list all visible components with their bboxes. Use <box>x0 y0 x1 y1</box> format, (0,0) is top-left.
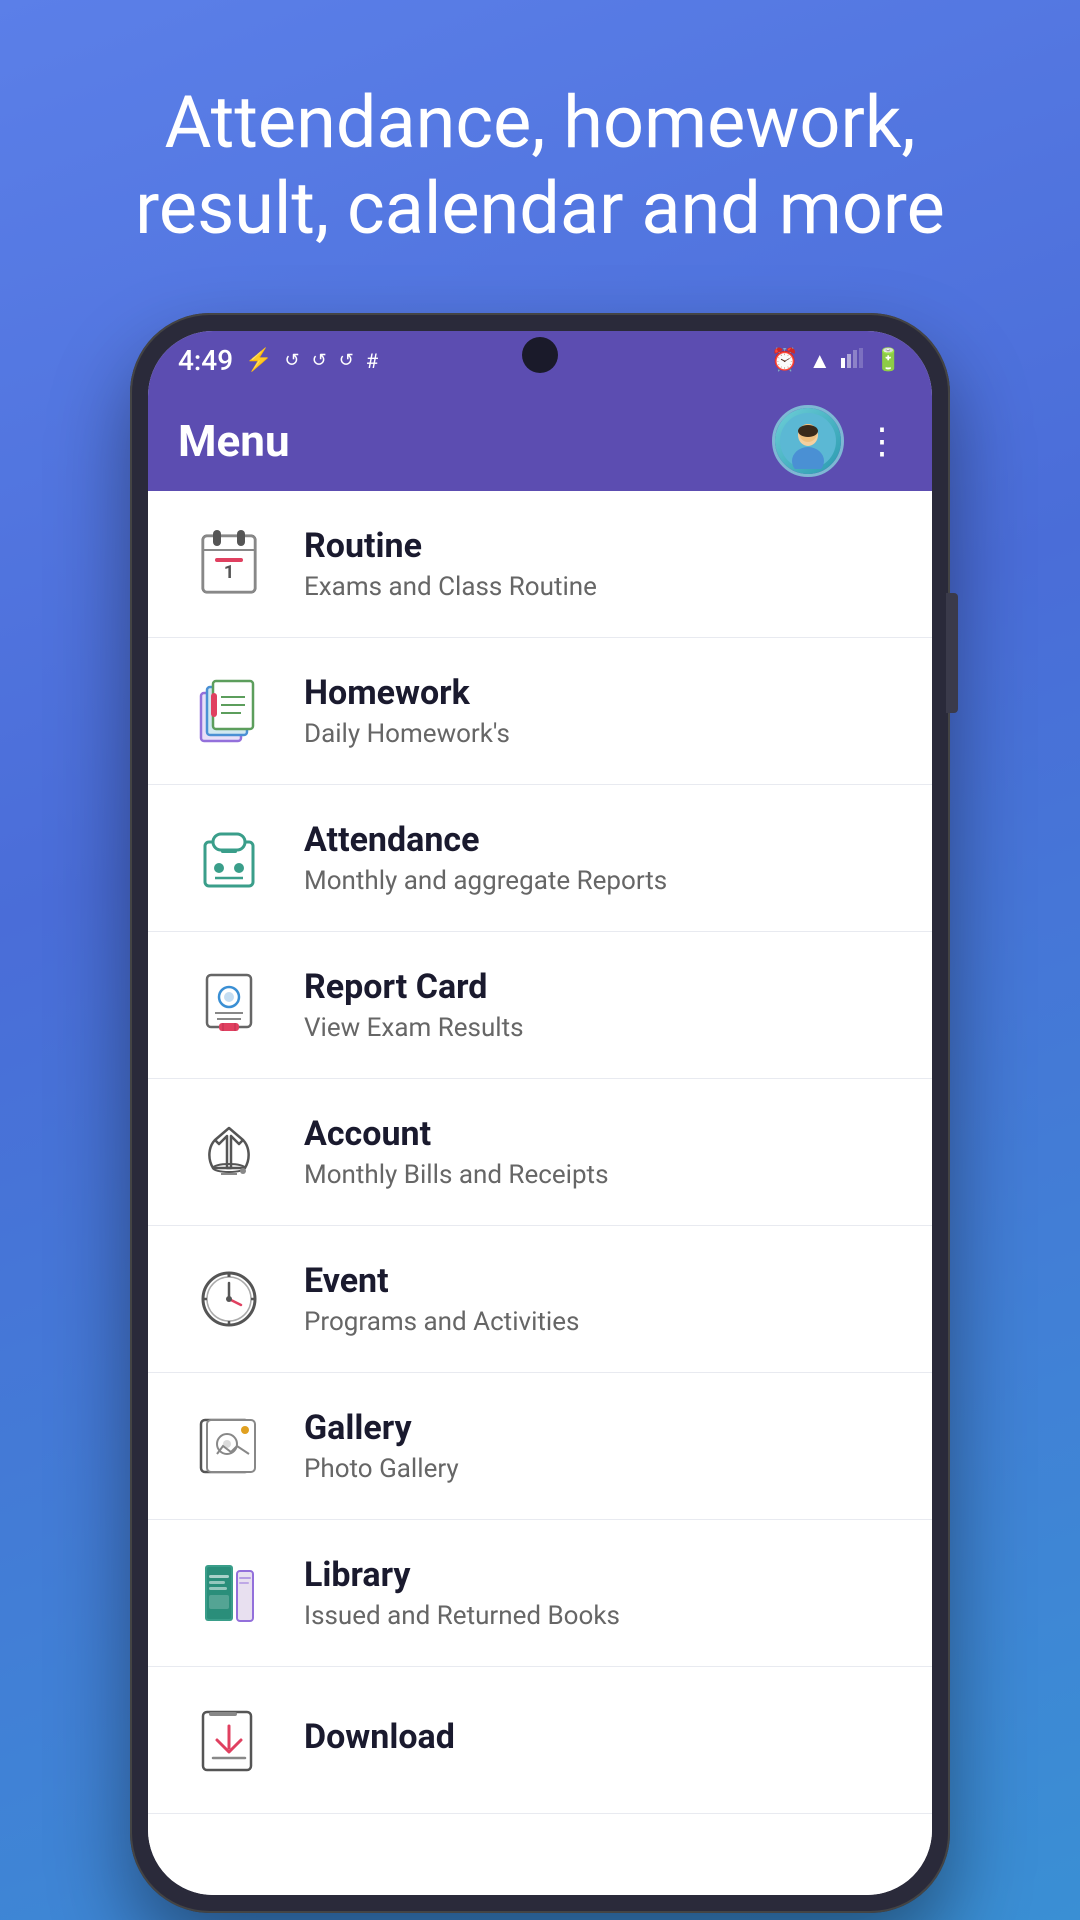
alarm-icon: ⏰ <box>771 348 798 373</box>
avatar-image <box>775 408 841 474</box>
homework-title: Homework <box>304 673 510 713</box>
event-text: Event Programs and Activities <box>304 1261 579 1337</box>
slack-icon: # <box>366 349 378 373</box>
menu-item-download[interactable]: Download <box>148 1667 932 1814</box>
phone-frame: 4:49 ⚡ ↺ ↺ ↺ # ⏰ ▲ 🔋 <box>130 313 950 1913</box>
report-card-icon <box>184 960 274 1050</box>
gallery-icon <box>184 1401 274 1491</box>
routine-subtitle: Exams and Class Routine <box>304 572 597 602</box>
report-card-text: Report Card View Exam Results <box>304 967 524 1043</box>
status-right-icons: ⏰ ▲ 🔋 <box>771 348 902 374</box>
app-bar-actions: ⋮ <box>772 405 902 477</box>
side-button <box>946 593 958 713</box>
menu-list: 1 Routine Exams and Class Routine <box>148 491 932 1895</box>
account-text: Account Monthly Bills and Receipts <box>304 1114 608 1190</box>
status-time: 4:49 <box>178 344 233 377</box>
menu-item-account[interactable]: Account Monthly Bills and Receipts <box>148 1079 932 1226</box>
attendance-subtitle: Monthly and aggregate Reports <box>304 866 667 896</box>
headline: Attendance, homework, result, calendar a… <box>0 80 1080 253</box>
gallery-title: Gallery <box>304 1408 459 1448</box>
report-card-title: Report Card <box>304 967 524 1007</box>
download-text: Download <box>304 1717 455 1763</box>
avatar[interactable] <box>772 405 844 477</box>
library-icon <box>184 1548 274 1638</box>
report-card-subtitle: View Exam Results <box>304 1013 524 1043</box>
menu-item-attendance[interactable]: Attendance Monthly and aggregate Reports <box>148 785 932 932</box>
sync-icon-3: ↺ <box>339 350 354 371</box>
menu-item-report-card[interactable]: Report Card View Exam Results <box>148 932 932 1079</box>
menu-item-homework[interactable]: Homework Daily Homework's <box>148 638 932 785</box>
menu-item-routine[interactable]: 1 Routine Exams and Class Routine <box>148 491 932 638</box>
event-title: Event <box>304 1261 579 1301</box>
gallery-text: Gallery Photo Gallery <box>304 1408 459 1484</box>
camera-notch <box>522 337 558 373</box>
battery-charging-icon: ⚡ <box>245 348 272 373</box>
gallery-subtitle: Photo Gallery <box>304 1454 459 1484</box>
phone-screen: 4:49 ⚡ ↺ ↺ ↺ # ⏰ ▲ 🔋 <box>148 331 932 1895</box>
account-title: Account <box>304 1114 608 1154</box>
status-left: 4:49 ⚡ ↺ ↺ ↺ # <box>178 344 378 377</box>
svg-text:1: 1 <box>224 562 234 583</box>
wifi-icon: ▲ <box>809 348 831 374</box>
download-title: Download <box>304 1717 455 1757</box>
sync-icon-1: ↺ <box>285 350 300 371</box>
library-text: Library Issued and Returned Books <box>304 1555 620 1631</box>
account-icon <box>184 1107 274 1197</box>
signal-icon <box>841 348 865 374</box>
battery-icon: 🔋 <box>875 348 902 373</box>
menu-item-event[interactable]: Event Programs and Activities <box>148 1226 932 1373</box>
event-icon <box>184 1254 274 1344</box>
download-icon <box>184 1695 274 1785</box>
app-bar-title: Menu <box>178 415 290 467</box>
sync-icon-2: ↺ <box>312 350 327 371</box>
more-options-icon[interactable]: ⋮ <box>864 420 902 462</box>
menu-item-library[interactable]: Library Issued and Returned Books <box>148 1520 932 1667</box>
menu-item-gallery[interactable]: Gallery Photo Gallery <box>148 1373 932 1520</box>
homework-subtitle: Daily Homework's <box>304 719 510 749</box>
library-title: Library <box>304 1555 620 1595</box>
account-subtitle: Monthly Bills and Receipts <box>304 1160 608 1190</box>
attendance-text: Attendance Monthly and aggregate Reports <box>304 820 667 896</box>
library-subtitle: Issued and Returned Books <box>304 1601 620 1631</box>
routine-text: Routine Exams and Class Routine <box>304 526 597 602</box>
homework-text: Homework Daily Homework's <box>304 673 510 749</box>
routine-title: Routine <box>304 526 597 566</box>
homework-icon <box>184 666 274 756</box>
attendance-title: Attendance <box>304 820 667 860</box>
event-subtitle: Programs and Activities <box>304 1307 579 1337</box>
routine-icon: 1 <box>184 519 274 609</box>
attendance-icon <box>184 813 274 903</box>
app-bar: Menu ⋮ <box>148 391 932 491</box>
